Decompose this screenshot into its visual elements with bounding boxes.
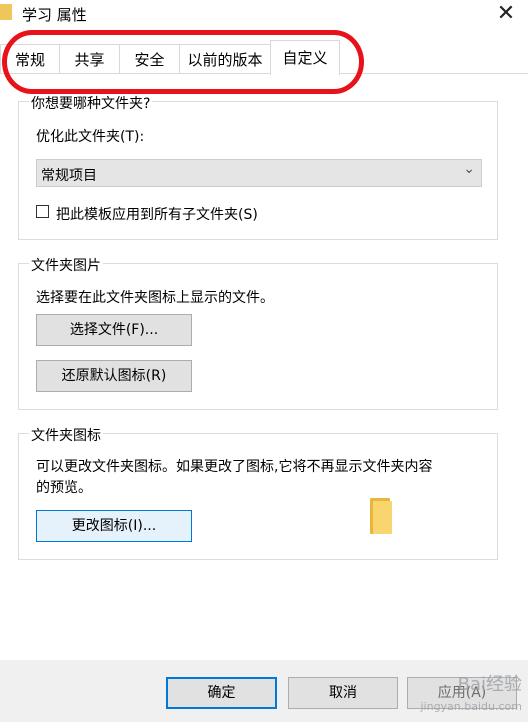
apply-to-subfolders-checkbox[interactable] (36, 205, 49, 218)
optimize-label: 优化此文件夹(T): (36, 129, 145, 145)
tab-general[interactable]: 常规 (0, 44, 60, 74)
folder-icon (0, 4, 12, 20)
baidu-watermark-url: jingyan.baidu.com (420, 700, 522, 713)
tab-customize[interactable]: 自定义 (270, 40, 340, 75)
choose-file-button[interactable]: 选择文件(F)... (36, 314, 192, 346)
window-title: 学习 属性 (22, 6, 87, 24)
optimize-select[interactable]: 常规项目 ⌄ (36, 159, 482, 187)
tab-security[interactable]: 安全 (119, 44, 180, 74)
chevron-down-icon: ⌄ (463, 161, 475, 177)
baidu-watermark: Bai经验 (457, 674, 522, 695)
title-bar: 学习 属性 ✕ (0, 0, 528, 30)
folder-icons-description-line1: 可以更改文件夹图标。如果更改了图标,它将不再显示文件夹内容 (36, 459, 433, 475)
tab-previous-versions[interactable]: 以前的版本 (179, 44, 271, 74)
apply-to-subfolders-label[interactable]: 把此模板应用到所有子文件夹(S) (56, 204, 258, 224)
tab-strip: 常规 共享 安全 以前的版本 自定义 (0, 40, 528, 75)
tab-sharing[interactable]: 共享 (59, 44, 120, 74)
ok-button[interactable]: 确定 (166, 677, 277, 709)
optimize-group-title: 你想要哪种文件夹? (29, 93, 153, 113)
change-icon-button[interactable]: 更改图标(I)... (36, 510, 192, 542)
optimize-select-value: 常规项目 (41, 168, 97, 184)
folder-icons-group-title: 文件夹图标 (29, 425, 103, 445)
restore-default-button[interactable]: 还原默认图标(R) (36, 360, 192, 392)
cancel-button[interactable]: 取消 (288, 677, 398, 709)
folder-preview-icon (370, 498, 392, 534)
close-button[interactable]: ✕ (494, 2, 518, 26)
folder-pictures-description: 选择要在此文件夹图标上显示的文件。 (36, 290, 274, 306)
tab-pane-border (0, 73, 528, 74)
folder-pictures-group-title: 文件夹图片 (29, 255, 103, 275)
folder-icons-description-line2: 的预览。 (36, 480, 92, 496)
